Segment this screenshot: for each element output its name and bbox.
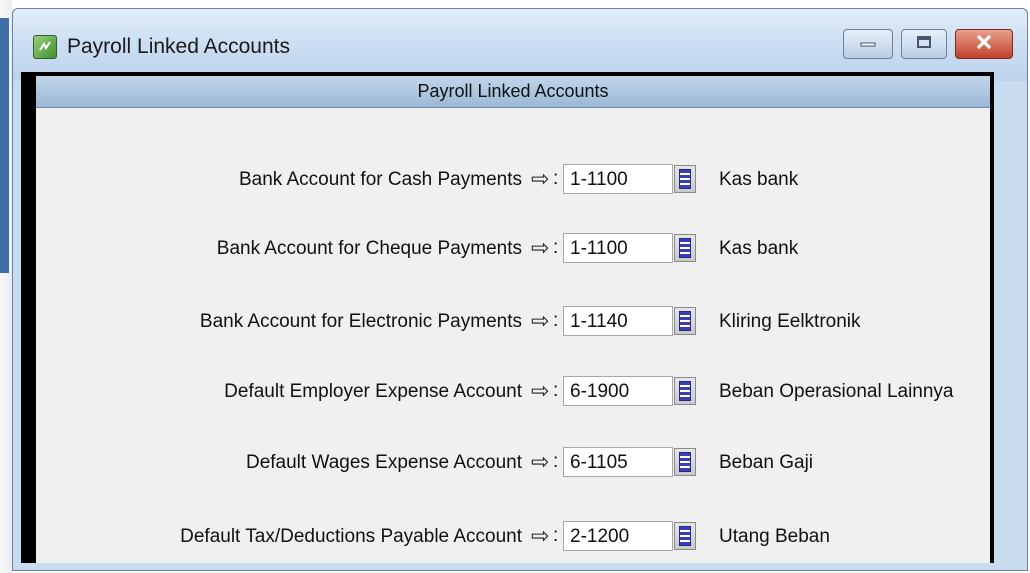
account-number-field[interactable]: 6-1105 bbox=[563, 447, 673, 477]
row-cash-payments: Bank Account for Cash Payments ⇨ : 1-110… bbox=[36, 163, 990, 197]
minimize-button[interactable] bbox=[843, 29, 893, 59]
account-name: Utang Beban bbox=[719, 526, 830, 547]
link-arrow-icon[interactable]: ⇨ bbox=[531, 165, 555, 193]
list-lookup-icon[interactable] bbox=[674, 234, 696, 262]
link-arrow-icon[interactable]: ⇨ bbox=[531, 377, 555, 405]
account-name: Kliring Eelktronik bbox=[719, 311, 861, 332]
panel-header: Payroll Linked Accounts bbox=[36, 76, 990, 108]
close-icon bbox=[975, 34, 993, 55]
row-wages-expense: Default Wages Expense Account ⇨ : 6-1105… bbox=[36, 446, 990, 480]
list-lookup-icon[interactable] bbox=[674, 377, 696, 405]
window-titlebar[interactable]: Payroll Linked Accounts bbox=[13, 9, 1027, 81]
row-label: Bank Account for Cash Payments bbox=[238, 169, 522, 190]
background-window-edge bbox=[0, 18, 9, 273]
list-lookup-icon[interactable] bbox=[674, 522, 696, 550]
link-arrow-icon[interactable]: ⇨ bbox=[531, 234, 555, 262]
account-number-field[interactable]: 1-1100 bbox=[563, 233, 673, 263]
background-desktop-strip bbox=[0, 0, 12, 573]
list-lookup-icon[interactable] bbox=[674, 307, 696, 335]
link-arrow-icon[interactable]: ⇨ bbox=[531, 448, 555, 476]
row-colon: : bbox=[553, 310, 559, 331]
app-icon[interactable] bbox=[33, 35, 57, 59]
close-button[interactable] bbox=[955, 29, 1013, 59]
row-label: Default Employer Expense Account bbox=[224, 381, 522, 402]
row-label: Bank Account for Cheque Payments bbox=[216, 238, 522, 259]
window-title: Payroll Linked Accounts bbox=[67, 35, 290, 58]
row-label: Default Tax/Deductions Payable Account bbox=[180, 526, 522, 547]
list-lookup-icon[interactable] bbox=[674, 165, 696, 193]
row-electronic-payments: Bank Account for Electronic Payments ⇨ :… bbox=[36, 305, 990, 339]
link-arrow-icon[interactable]: ⇨ bbox=[531, 522, 555, 550]
account-name: Kas bank bbox=[719, 169, 799, 190]
account-number-field[interactable]: 1-1140 bbox=[563, 306, 673, 336]
row-label: Default Wages Expense Account bbox=[245, 452, 522, 473]
account-number-field[interactable]: 1-1100 bbox=[563, 164, 673, 194]
maximize-icon bbox=[916, 35, 932, 54]
list-lookup-icon[interactable] bbox=[674, 448, 696, 476]
row-colon: : bbox=[553, 380, 559, 401]
link-arrow-icon[interactable]: ⇨ bbox=[531, 307, 555, 335]
linked-accounts-panel: Payroll Linked Accounts Bank Account for… bbox=[36, 76, 990, 563]
row-colon: : bbox=[553, 451, 559, 472]
account-number-field[interactable]: 6-1900 bbox=[563, 376, 673, 406]
row-colon: : bbox=[553, 168, 559, 189]
maximize-button[interactable] bbox=[901, 29, 947, 59]
account-name: Kas bank bbox=[719, 238, 799, 259]
minimize-icon bbox=[859, 35, 877, 53]
row-employer-expense: Default Employer Expense Account ⇨ : 6-1… bbox=[36, 375, 990, 409]
row-label: Bank Account for Electronic Payments bbox=[199, 311, 522, 332]
row-colon: : bbox=[553, 525, 559, 546]
account-name: Beban Gaji bbox=[719, 452, 814, 473]
account-name: Beban Operasional Lainnya bbox=[719, 381, 954, 402]
row-tax-deductions-payable: Default Tax/Deductions Payable Account ⇨… bbox=[36, 520, 990, 554]
account-number-field[interactable]: 2-1200 bbox=[563, 521, 673, 551]
row-cheque-payments: Bank Account for Cheque Payments ⇨ : 1-1… bbox=[36, 232, 990, 266]
row-colon: : bbox=[553, 237, 559, 258]
